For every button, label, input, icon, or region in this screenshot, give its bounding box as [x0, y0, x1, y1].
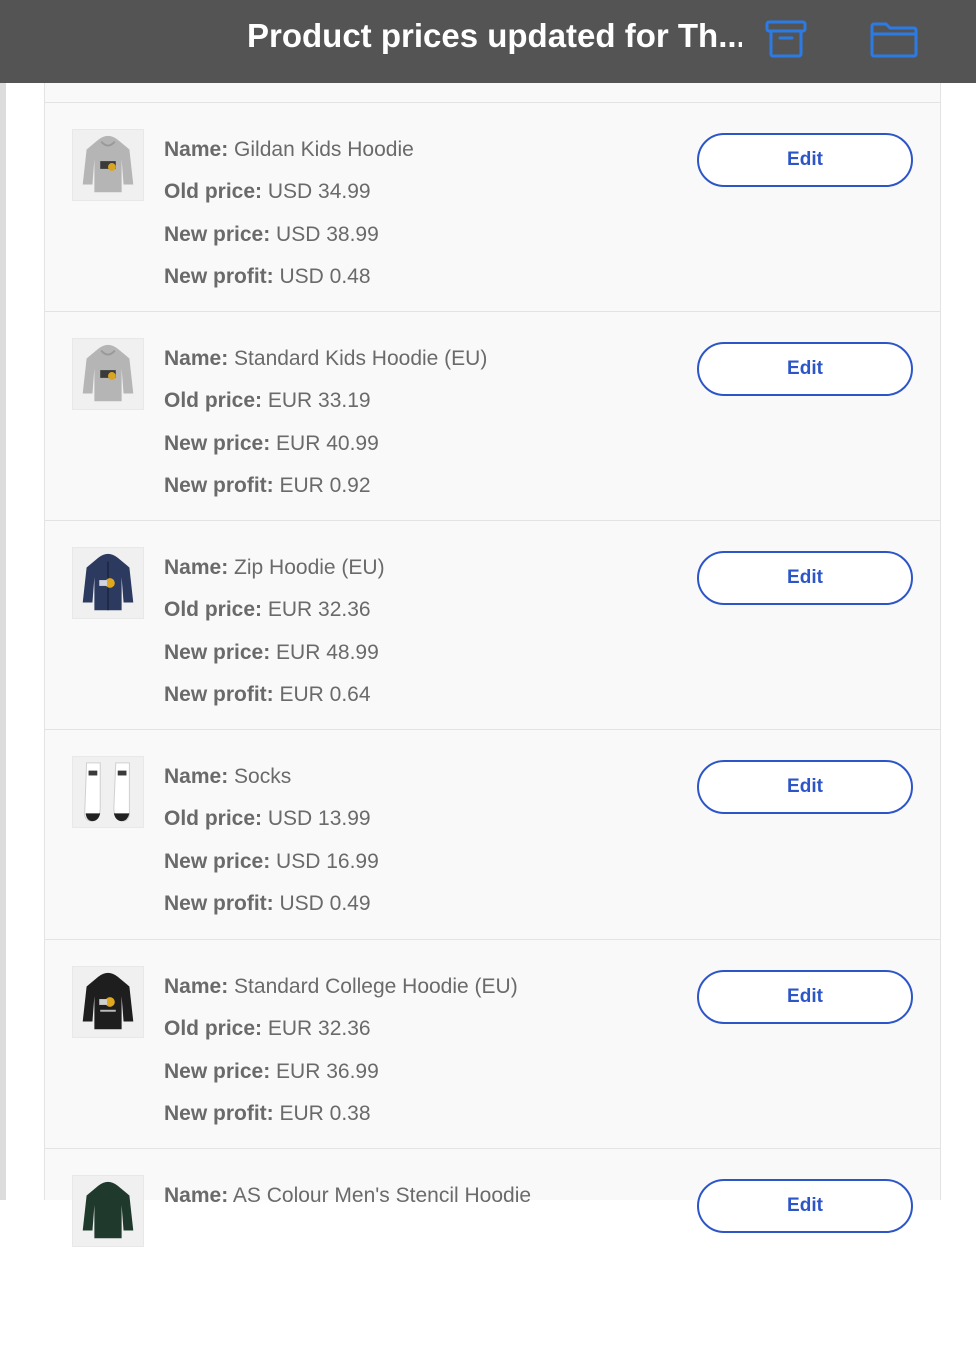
edit-button[interactable]: Edit: [697, 551, 913, 605]
edit-button[interactable]: Edit: [697, 133, 913, 187]
product-name: Name: Socks: [164, 765, 292, 788]
product-old-price: Old price: USD 13.99: [164, 807, 371, 831]
product-old-price: Old price: EUR 32.36: [164, 598, 371, 622]
edit-button[interactable]: Edit: [697, 342, 913, 396]
folder-button[interactable]: [868, 18, 920, 64]
product-new-price: New price: EUR 36.99: [164, 1059, 379, 1083]
product-new-price: New price: USD 38.99: [164, 222, 379, 246]
product-thumbnail: [72, 547, 144, 619]
product-new-price: New price: USD 16.99: [164, 849, 379, 873]
product-row: Name: Gildan Kids Hoodie Old price: USD …: [45, 102, 940, 311]
white-socks-image: [84, 762, 130, 822]
product-row: Name: Standard Kids Hoodie (EU) Old pric…: [45, 311, 940, 520]
product-new-profit: New profit: EUR 0.92: [164, 473, 371, 497]
product-row: Name: AS Colour Men's Stencil Hoodie Edi…: [45, 1148, 940, 1357]
product-name: Name: AS Colour Men's Stencil Hoodie: [164, 1184, 532, 1207]
edit-button[interactable]: Edit: [697, 1179, 913, 1233]
green-hoodie-image: [82, 1181, 134, 1239]
product-new-profit: New profit: EUR 0.64: [164, 682, 371, 706]
archive-button[interactable]: [760, 18, 812, 64]
product-new-price: New price: EUR 48.99: [164, 640, 379, 664]
product-old-price: Old price: EUR 33.19: [164, 389, 371, 413]
product-name: Name: Standard Kids Hoodie (EU): [164, 347, 488, 370]
navy-zip-hoodie-image: [82, 553, 134, 611]
product-name: Name: Zip Hoodie (EU): [164, 556, 385, 579]
product-name: Name: Gildan Kids Hoodie: [164, 138, 414, 161]
edit-button[interactable]: Edit: [697, 970, 913, 1024]
product-thumbnail: [72, 756, 144, 828]
product-new-price: New price: EUR 40.99: [164, 431, 379, 455]
product-thumbnail: [72, 129, 144, 201]
content-area: Name: Gildan Kids Hoodie Old price: USD …: [0, 83, 976, 1247]
left-divider: [0, 83, 6, 1200]
gray-hoodie-image: [82, 344, 134, 402]
product-old-price: Old price: EUR 32.36: [164, 1017, 371, 1041]
page-title: Product prices updated for Th...: [247, 17, 742, 54]
product-name: Name: Standard College Hoodie (EU): [164, 975, 518, 998]
product-new-profit: New profit: USD 0.49: [164, 891, 371, 915]
archive-box-icon: [764, 17, 808, 66]
product-new-profit: New profit: USD 0.48: [164, 264, 371, 288]
product-new-profit: New profit: EUR 0.38: [164, 1101, 371, 1125]
navigation-bar: Product prices updated for Th...: [0, 0, 976, 83]
product-row: Name: Zip Hoodie (EU) Old price: EUR 32.…: [45, 520, 940, 729]
edit-button[interactable]: Edit: [697, 760, 913, 814]
product-thumbnail: [72, 338, 144, 410]
product-row: Name: Socks Old price: USD 13.99 New pri…: [45, 729, 940, 938]
product-thumbnail: [72, 966, 144, 1038]
product-list: Name: Gildan Kids Hoodie Old price: USD …: [44, 83, 941, 1247]
folder-icon: [868, 17, 920, 66]
black-hoodie-image: [82, 972, 134, 1030]
gray-hoodie-image: [82, 135, 134, 193]
product-old-price: Old price: USD 34.99: [164, 180, 371, 204]
product-row: Name: Standard College Hoodie (EU) Old p…: [45, 939, 940, 1148]
product-thumbnail: [72, 1175, 144, 1247]
